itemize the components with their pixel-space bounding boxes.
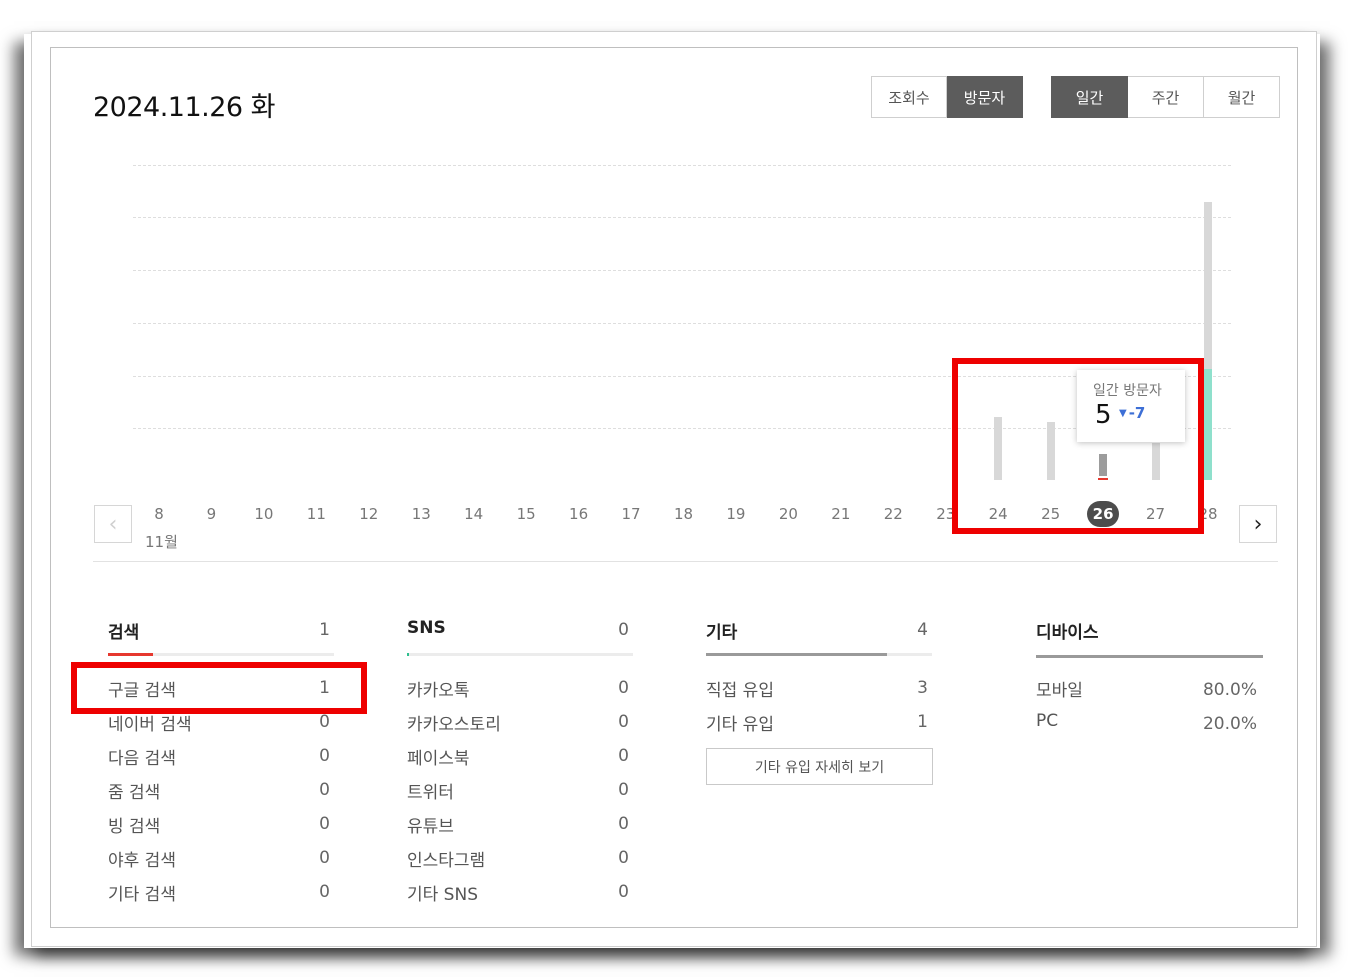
chevron-right-icon: › bbox=[1253, 511, 1263, 537]
device-title: 디바이스 bbox=[1036, 623, 1099, 643]
search-title: 검색 bbox=[108, 623, 140, 643]
row-zum-label[interactable]: 줌 검색 bbox=[108, 778, 160, 803]
chart-bar-segment[interactable] bbox=[1204, 368, 1212, 480]
x-tick-label[interactable]: 17 bbox=[614, 505, 648, 523]
other-detail-button[interactable]: 기타 유입 자세히 보기 bbox=[706, 748, 933, 785]
row-twitter-label[interactable]: 트위터 bbox=[407, 778, 454, 803]
device-progress-fill bbox=[1036, 655, 1263, 658]
row-zum-value: 0 bbox=[319, 780, 330, 800]
x-tick-label[interactable]: 16 bbox=[562, 505, 596, 523]
search-progress bbox=[108, 653, 334, 656]
chart-prev-button[interactable]: ‹ bbox=[94, 505, 132, 543]
row-direct-value: 3 bbox=[917, 678, 928, 698]
row-pc-value: 20.0% bbox=[1202, 714, 1257, 734]
row-other-search-value: 0 bbox=[319, 882, 330, 902]
chart-next-button[interactable]: › bbox=[1239, 505, 1277, 543]
row-kakaostory-value: 0 bbox=[618, 712, 629, 732]
other-total: 4 bbox=[917, 620, 928, 640]
highlight-box-google bbox=[71, 662, 367, 714]
chart-bar[interactable] bbox=[1204, 201, 1212, 369]
row-bing-label[interactable]: 빙 검색 bbox=[108, 812, 160, 837]
row-other-search-label[interactable]: 기타 검색 bbox=[108, 880, 176, 905]
grid-line bbox=[133, 270, 1231, 271]
sns-progress-fill bbox=[407, 653, 410, 656]
x-tick-label[interactable]: 8 bbox=[142, 505, 176, 523]
row-kakaotalk-label[interactable]: 카카오톡 bbox=[407, 676, 470, 701]
row-mobile-value: 80.0% bbox=[1202, 680, 1257, 700]
row-facebook-label[interactable]: 페이스북 bbox=[407, 744, 470, 769]
x-tick-label[interactable]: 9 bbox=[194, 505, 228, 523]
row-yahoo-value: 0 bbox=[319, 848, 330, 868]
row-daum-label[interactable]: 다음 검색 bbox=[108, 744, 176, 769]
x-tick-label[interactable]: 19 bbox=[719, 505, 753, 523]
tooltip-change-value: -7 bbox=[1128, 404, 1146, 422]
other-progress bbox=[706, 653, 932, 656]
row-instagram-label[interactable]: 인스타그램 bbox=[407, 846, 485, 871]
row-other-sns-label[interactable]: 기타 SNS bbox=[407, 880, 478, 905]
row-instagram-value: 0 bbox=[618, 848, 629, 868]
grid-line bbox=[133, 165, 1231, 166]
other-progress-fill bbox=[706, 653, 887, 656]
row-kakaostory-label[interactable]: 카카오스토리 bbox=[407, 710, 501, 735]
row-youtube-value: 0 bbox=[618, 814, 629, 834]
x-tick-label[interactable]: 14 bbox=[457, 505, 491, 523]
row-twitter-value: 0 bbox=[618, 780, 629, 800]
tooltip-value: 5 bbox=[1095, 400, 1112, 430]
device-progress bbox=[1036, 655, 1263, 658]
x-tick-label[interactable]: 21 bbox=[824, 505, 858, 523]
x-tick-label[interactable]: 10 bbox=[247, 505, 281, 523]
row-kakaotalk-value: 0 bbox=[618, 678, 629, 698]
row-other-sns-value: 0 bbox=[618, 882, 629, 902]
row-mobile-label: 모바일 bbox=[1036, 681, 1083, 701]
row-daum-value: 0 bbox=[319, 746, 330, 766]
grid-line bbox=[133, 217, 1231, 218]
row-direct-label[interactable]: 직접 유입 bbox=[706, 676, 774, 701]
x-tick-label[interactable]: 12 bbox=[352, 505, 386, 523]
row-other-inflow-value: 1 bbox=[917, 712, 928, 732]
sns-progress bbox=[407, 653, 633, 656]
x-tick-label[interactable]: 18 bbox=[667, 505, 701, 523]
triangle-down-icon: ▼ bbox=[1119, 408, 1127, 419]
row-youtube-label[interactable]: 유튜브 bbox=[407, 812, 454, 837]
month-label: 11월 bbox=[145, 533, 178, 551]
x-tick-label[interactable]: 11 bbox=[299, 505, 333, 523]
row-naver-value: 0 bbox=[319, 712, 330, 732]
row-facebook-value: 0 bbox=[618, 746, 629, 766]
search-progress-fill bbox=[108, 653, 154, 656]
section-divider bbox=[93, 561, 1278, 562]
x-tick-label[interactable]: 20 bbox=[771, 505, 805, 523]
grid-line bbox=[133, 323, 1231, 324]
row-pc-label: PC bbox=[1036, 711, 1059, 731]
chevron-left-icon: ‹ bbox=[108, 511, 118, 537]
other-title: 기타 bbox=[706, 623, 738, 643]
row-other-inflow-label[interactable]: 기타 유입 bbox=[706, 710, 774, 735]
tooltip-title: 일간 방문자 bbox=[1093, 383, 1162, 399]
x-tick-label[interactable]: 22 bbox=[876, 505, 910, 523]
row-bing-value: 0 bbox=[319, 814, 330, 834]
x-tick-label[interactable]: 15 bbox=[509, 505, 543, 523]
sns-total: 0 bbox=[618, 620, 629, 640]
search-total: 1 bbox=[319, 620, 330, 640]
tooltip-change: ▼ -7 bbox=[1119, 404, 1145, 422]
x-tick-label[interactable]: 13 bbox=[404, 505, 438, 523]
row-yahoo-label[interactable]: 야후 검색 bbox=[108, 846, 176, 871]
sns-title: SNS bbox=[407, 618, 446, 638]
chart-tooltip: 일간 방문자 5 ▼ -7 bbox=[1077, 370, 1185, 442]
